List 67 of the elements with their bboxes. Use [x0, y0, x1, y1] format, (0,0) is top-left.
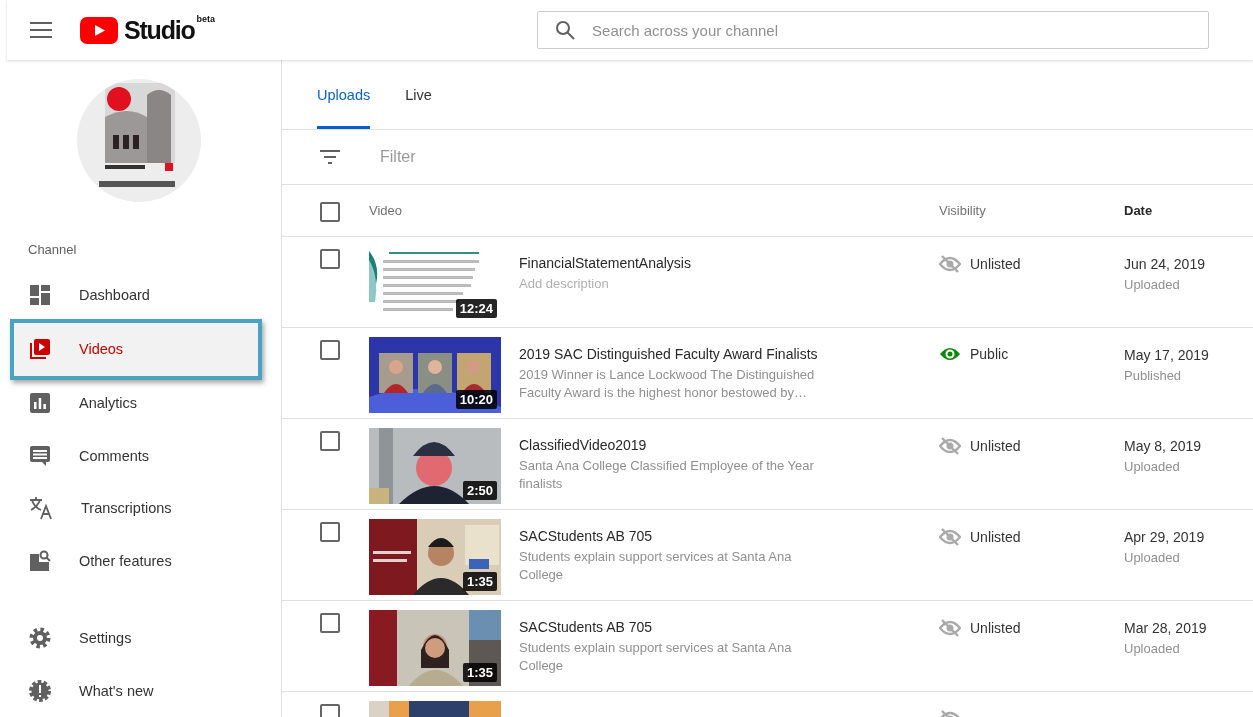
folder-search-icon [29, 549, 51, 572]
date-text: May 17, 2019 [1124, 347, 1210, 363]
video-stack-icon [29, 338, 51, 361]
nav-item[interactable]: Settings [7, 611, 281, 665]
menu-icon[interactable] [30, 22, 52, 38]
filter-icon[interactable] [320, 150, 340, 164]
checkbox[interactable] [320, 431, 340, 451]
column-header[interactable]: Video [369, 203, 519, 218]
eye-off-icon [939, 255, 961, 273]
date-text: Mar 28, 2019 [1124, 620, 1208, 636]
status-text: Published [1124, 368, 1183, 383]
checkbox[interactable] [320, 249, 340, 269]
eye-icon [939, 346, 961, 362]
eye-off-icon [939, 619, 961, 637]
checkbox[interactable] [320, 522, 340, 542]
nav-item[interactable]: Dashboard [7, 269, 281, 322]
duration-badge: 1:35 [462, 663, 497, 682]
video-title[interactable]: ClassifiedVideo2019 [519, 437, 839, 453]
dashboard-icon [29, 284, 51, 307]
video-description: Students explain support services at Santa Ana College [519, 639, 793, 675]
date-text: Jun 24, 2019 [1124, 256, 1206, 272]
video-title[interactable]: SACStudents AB 705 [519, 619, 839, 635]
eye-off-icon [939, 437, 961, 455]
play-logo-icon [80, 16, 118, 44]
duration-badge: 12:24 [455, 299, 497, 318]
nav-item[interactable]: Videos [14, 322, 258, 376]
checkbox[interactable] [320, 613, 340, 633]
video-description: 2019 Winner is Lance Lockwood The Distinguished Faculty Award is the highest honor bestowed by… [519, 366, 816, 402]
checkbox[interactable] [320, 340, 340, 360]
date-text: Apr 29, 2019 [1124, 529, 1206, 545]
alert-badge-icon [29, 679, 51, 702]
status-text: Uploaded [1124, 550, 1181, 565]
nav-item[interactable]: What's new [7, 664, 281, 717]
bar-chart-icon [29, 391, 51, 414]
video-description: Students explain support services at Santa Ana College [519, 548, 793, 584]
select-all-checkbox[interactable] [320, 202, 340, 222]
tab[interactable]: Live [405, 87, 432, 129]
video-title[interactable]: FinancialStatementAnalysis [519, 255, 839, 271]
eye-off-icon [939, 528, 961, 546]
nav-item[interactable]: Other features [7, 534, 281, 587]
visibility-label: Unlisted [970, 529, 1021, 545]
translate-icon [29, 496, 53, 521]
visibility-label: Unlisted [970, 620, 1021, 636]
nav-item[interactable]: Comments [7, 429, 281, 482]
comment-icon [29, 444, 51, 467]
visibility-label: Unlisted [970, 256, 1021, 272]
video-title[interactable]: 2019 SAC Distinguished Faculty Award Finalists [519, 346, 839, 362]
column-header[interactable]: Visibility [939, 203, 1124, 218]
duration-badge: 10:20 [455, 390, 497, 409]
status-text: Uploaded [1124, 459, 1181, 474]
date-text: May 8, 2019 [1124, 438, 1203, 454]
nav-item[interactable]: Transcriptions [7, 481, 281, 535]
status-text: Uploaded [1124, 277, 1181, 292]
settings-icon [29, 627, 51, 650]
search-field[interactable]: Search across your channel [537, 11, 1210, 49]
visibility-label: Unlisted [970, 438, 1021, 454]
section-label: Channel [28, 242, 78, 258]
search-icon [555, 20, 576, 40]
visibility-label: Public [970, 346, 1009, 362]
duration-badge: 1:35 [462, 572, 497, 591]
duration-badge: 2:50 [462, 481, 497, 500]
video-description: Santa Ana College Classified Employee of the Year finalists [519, 457, 815, 493]
column-header[interactable]: Date [1124, 203, 1253, 218]
tab[interactable]: Uploads [317, 87, 371, 129]
nav-item[interactable]: Analytics [7, 376, 281, 430]
video-title[interactable]: SACStudents AB 705 [519, 528, 839, 544]
status-text: Uploaded [1124, 641, 1181, 656]
